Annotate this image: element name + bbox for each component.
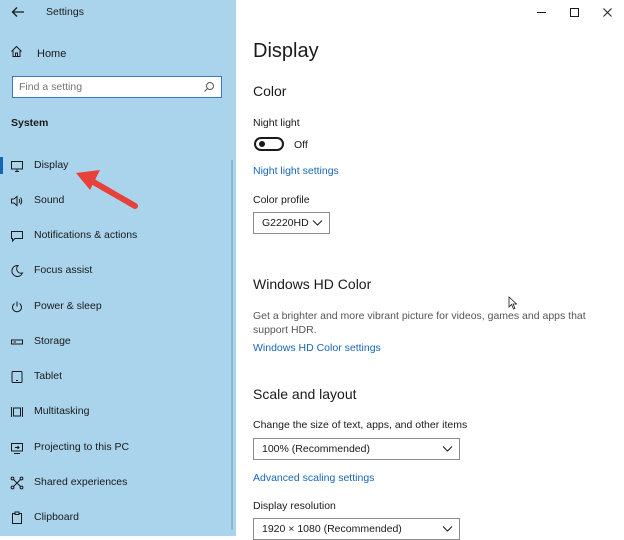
sidebar-item-storage[interactable]: Storage: [0, 324, 236, 359]
color-profile-label: Color profile: [253, 194, 310, 206]
moon-icon: [10, 264, 24, 278]
section-heading-hd-color: Windows HD Color: [253, 276, 372, 292]
sidebar-item-label: Storage: [34, 335, 71, 347]
sidebar-scrollbar[interactable]: [231, 160, 233, 530]
sidebar-item-label: Projecting to this PC: [34, 441, 130, 453]
minimize-button[interactable]: [525, 0, 558, 24]
sidebar-item-tablet[interactable]: Tablet: [0, 359, 236, 394]
window-controls: [525, 0, 624, 24]
color-profile-dropdown[interactable]: G2220HD: [253, 212, 330, 234]
scale-label: Change the size of text, apps, and other…: [253, 419, 468, 431]
home-nav-item[interactable]: Home: [10, 45, 66, 63]
advanced-scaling-link[interactable]: Advanced scaling settings: [253, 472, 374, 484]
dropdown-value: 1920 × 1080 (Recommended): [262, 523, 402, 535]
dropdown-value: 100% (Recommended): [262, 443, 370, 455]
projector-icon: [10, 441, 24, 455]
sidebar-item-label: Shared experiences: [34, 476, 128, 488]
toggle-knob: [259, 141, 265, 147]
dropdown-value: G2220HD: [262, 217, 309, 229]
search-icon[interactable]: [203, 80, 217, 94]
search-input[interactable]: [19, 79, 199, 95]
clipboard-icon: [10, 511, 24, 525]
scale-dropdown[interactable]: 100% (Recommended): [253, 438, 460, 460]
notification-icon: [10, 229, 24, 243]
section-heading-scale-layout: Scale and layout: [253, 386, 357, 402]
close-icon: [603, 7, 612, 17]
section-heading-color: Color: [253, 83, 287, 99]
hd-color-description: Get a brighter and more vibrant picture …: [253, 310, 586, 336]
sidebar-item-label: Focus assist: [34, 264, 93, 276]
night-light-toggle[interactable]: [254, 137, 284, 151]
sidebar-item-label: Multitasking: [34, 405, 90, 417]
sidebar-item-label: Power & sleep: [34, 300, 102, 312]
shared-icon: [10, 476, 24, 490]
chevron-down-icon: [442, 526, 453, 532]
sidebar-item-label: Tablet: [34, 370, 63, 382]
multitasking-icon: [10, 405, 24, 419]
power-icon: [10, 300, 24, 314]
home-icon: [10, 45, 23, 63]
maximize-button[interactable]: [558, 0, 591, 24]
storage-icon: [10, 335, 24, 349]
night-light-state: Off: [294, 139, 308, 151]
resolution-label: Display resolution: [253, 500, 336, 512]
search-box[interactable]: [12, 76, 222, 98]
chevron-down-icon: [442, 446, 453, 452]
sidebar-item-clipboard[interactable]: Clipboard: [0, 500, 236, 535]
monitor-icon: [10, 159, 24, 173]
sidebar-item-label: Notifications & actions: [34, 229, 138, 241]
maximize-icon: [570, 7, 579, 17]
main-content: Display Color Night light Off Night ligh…: [236, 0, 624, 540]
sidebar-item-power-sleep[interactable]: Power & sleep: [0, 289, 236, 324]
minimize-icon: [537, 11, 546, 13]
sidebar-item-notifications[interactable]: Notifications & actions: [0, 218, 236, 253]
sidebar-item-shared-experiences[interactable]: Shared experiences: [0, 465, 236, 500]
page-title: Display: [253, 40, 319, 62]
mouse-cursor-icon: [508, 296, 518, 310]
night-light-settings-link[interactable]: Night light settings: [253, 165, 339, 177]
sidebar-item-projecting[interactable]: Projecting to this PC: [0, 430, 236, 465]
annotation-arrow: [76, 170, 138, 209]
sidebar-item-focus-assist[interactable]: Focus assist: [0, 253, 236, 288]
resolution-dropdown[interactable]: 1920 × 1080 (Recommended): [253, 518, 460, 540]
back-arrow-icon[interactable]: [10, 5, 28, 21]
speaker-icon: [10, 194, 24, 208]
tablet-icon: [10, 370, 24, 384]
chevron-down-icon: [312, 220, 323, 226]
sidebar-item-multitasking[interactable]: Multitasking: [0, 394, 236, 429]
sidebar: Settings Home System Display Sound: [0, 0, 236, 536]
sidebar-item-label: Display: [34, 159, 69, 171]
night-light-label: Night light: [253, 117, 300, 129]
section-label-system: System: [11, 117, 49, 129]
app-title: Settings: [46, 6, 84, 18]
sidebar-item-label: Sound: [34, 194, 65, 206]
close-button[interactable]: [591, 0, 624, 24]
hd-color-settings-link[interactable]: Windows HD Color settings: [253, 342, 381, 354]
home-label: Home: [37, 48, 67, 60]
sidebar-item-label: Clipboard: [34, 511, 79, 523]
